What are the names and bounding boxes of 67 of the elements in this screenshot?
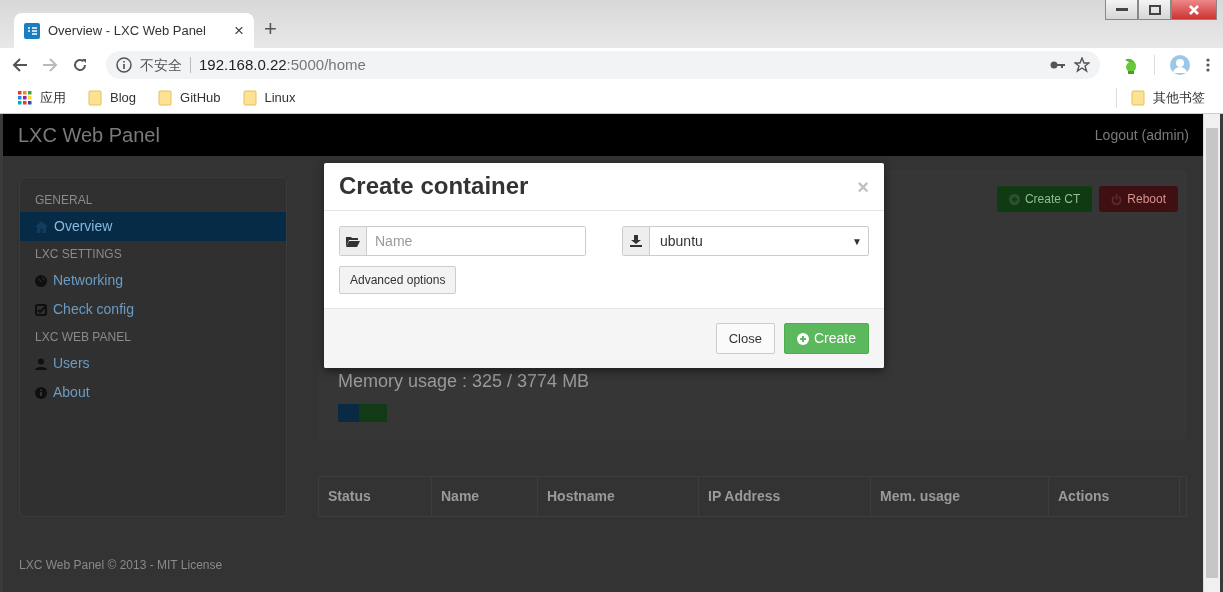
bookmark-link[interactable]: 应用	[40, 87, 66, 108]
column-header: IP Address	[699, 477, 871, 516]
close-tab-button[interactable]: ×	[234, 17, 244, 44]
maximize-button[interactable]	[1138, 0, 1171, 20]
plus-circle-icon	[1008, 193, 1020, 205]
scrollbar[interactable]	[1203, 114, 1220, 592]
sidebar-heading: LXC SETTINGS	[34, 246, 123, 263]
bookmark-link[interactable]: GitHub	[180, 87, 221, 108]
sidebar-item[interactable]: Check config	[20, 295, 286, 324]
star-icon[interactable]	[1074, 57, 1090, 73]
bookmark-link[interactable]: 其他书签	[1153, 87, 1205, 108]
bookmark-link[interactable]: Linux	[264, 87, 296, 108]
url-host: 192.168.0.22	[199, 55, 287, 73]
minimize-icon	[1115, 7, 1128, 12]
action-button[interactable]: Create CT	[996, 186, 1093, 212]
plus-circle-icon	[796, 332, 809, 345]
dialog-button[interactable]: Close	[715, 323, 775, 354]
memory-label: Memory usage : 325 / 3774 MB	[338, 370, 591, 393]
action-button[interactable]: Reboot	[1099, 186, 1178, 212]
maximize-icon	[1148, 4, 1161, 15]
sidebar-item[interactable]: Networking	[20, 266, 286, 295]
security-label: 不安全	[140, 55, 182, 75]
sidebar-heading: LXC WEB PANEL	[34, 329, 132, 346]
sidebar-item[interactable]: Users	[20, 349, 286, 378]
info-icon[interactable]	[116, 57, 132, 73]
bookmark-link[interactable]: Blog	[110, 87, 137, 108]
folder-icon	[158, 89, 173, 106]
reload-icon[interactable]	[72, 57, 88, 73]
new-tab-button[interactable]: +	[264, 18, 277, 40]
logout-link[interactable]: Logout (admin)	[1094, 124, 1189, 146]
menu-icon[interactable]	[1205, 57, 1211, 73]
template-select[interactable]: ubuntu ▼	[622, 226, 869, 256]
advanced-options-button[interactable]: Advanced options	[339, 266, 457, 294]
back-icon[interactable]	[12, 57, 28, 73]
column-header: Hostname	[538, 477, 699, 516]
column-header: Mem. usage	[871, 477, 1049, 516]
sidebar-item[interactable]: Overview	[20, 212, 286, 241]
folder-icon	[346, 235, 360, 247]
name-field[interactable]: Name	[339, 226, 586, 256]
folder-icon	[1131, 89, 1145, 106]
footer-text: LXC Web Panel © 2013 - MIT License	[19, 557, 223, 574]
url-path: :5000/home	[286, 55, 366, 73]
column-header: Name	[432, 477, 538, 516]
power-icon	[1111, 193, 1123, 205]
column-header: Actions	[1049, 477, 1180, 516]
column-header: Status	[319, 477, 432, 516]
apps-grid-icon[interactable]	[18, 90, 32, 105]
user-icon	[35, 357, 47, 370]
tab-title: Overview - LXC Web Panel	[48, 21, 207, 40]
home-icon	[35, 220, 48, 233]
folder-icon	[242, 89, 257, 106]
brand-link[interactable]: LXC Web Panel	[18, 120, 160, 150]
download-icon	[630, 235, 642, 247]
sidebar-item[interactable]: About	[20, 378, 286, 407]
browser-tab[interactable]: Overview - LXC Web Panel ×	[14, 13, 254, 48]
close-window-button[interactable]	[1171, 0, 1217, 20]
minimize-button[interactable]	[1105, 0, 1138, 20]
key-icon[interactable]	[1050, 60, 1066, 70]
dialog-title: Create container	[339, 172, 529, 201]
info-icon	[35, 386, 47, 399]
close-icon	[1188, 4, 1200, 15]
page-icon	[24, 22, 40, 39]
globe-icon	[35, 274, 47, 287]
folder-icon	[88, 89, 102, 106]
sidebar-heading: GENERAL	[34, 192, 94, 209]
checkbox-icon	[35, 303, 47, 316]
address-bar[interactable]: 不安全 192.168.0.22:5000/home	[106, 51, 1100, 79]
